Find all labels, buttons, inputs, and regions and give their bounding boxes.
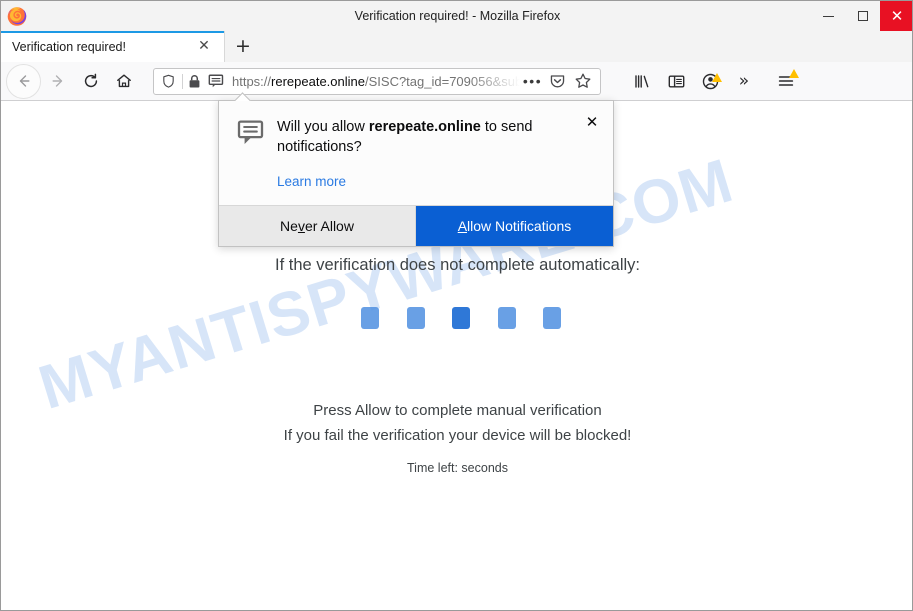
identity-separator — [182, 73, 183, 89]
forward-button[interactable] — [41, 65, 74, 98]
popup-footer: Never Allow Allow Notifications — [219, 205, 613, 246]
popup-close-icon[interactable]: ✕ — [583, 113, 601, 131]
navigation-toolbar: https://rerepeate.online/SISC?tag_id=709… — [1, 62, 912, 101]
home-button[interactable] — [107, 65, 140, 98]
learn-more-link[interactable]: Learn more — [277, 174, 346, 189]
tab-strip: Verification required! ✕ + — [1, 31, 912, 62]
popup-message-prefix: Will you allow — [277, 119, 369, 135]
never-allow-button[interactable]: Never Allow — [219, 206, 416, 246]
tab-close-icon[interactable]: ✕ — [196, 38, 212, 54]
library-icon — [634, 74, 648, 88]
popup-message-domain: rerepeate.online — [368, 119, 481, 135]
time-left-text: Time left: seconds — [407, 461, 508, 475]
popup-arrow — [235, 92, 251, 101]
minimize-icon — [823, 15, 834, 17]
allow-notifications-button[interactable]: Allow Notifications — [416, 206, 613, 246]
reload-icon — [84, 73, 97, 88]
warning-badge-icon — [712, 72, 722, 82]
tab-title: Verification required! — [12, 39, 126, 54]
back-button[interactable] — [6, 63, 41, 99]
title-bar: Verification required! - Mozilla Firefox… — [1, 1, 912, 31]
allow-notifications-label: Allow Notifications — [457, 218, 572, 234]
toolbar-right-group: » — [625, 65, 803, 98]
close-icon: ✕ — [890, 6, 904, 25]
press-allow-text: Press Allow to complete manual verificat… — [313, 402, 602, 419]
app-menu-button[interactable] — [769, 65, 803, 98]
popup-text-column: Will you allow rerepeate.online to send … — [277, 117, 599, 191]
browser-tab[interactable]: Verification required! ✕ — [1, 31, 225, 62]
identity-box[interactable] — [154, 69, 227, 94]
obscured-icon — [406, 307, 425, 329]
urlbar-buttons: ••• — [520, 69, 600, 93]
notification-permission-icon[interactable] — [208, 73, 224, 89]
close-window-button[interactable]: ✕ — [880, 1, 912, 31]
firefox-logo-icon — [6, 5, 28, 27]
popup-message: Will you allow rerepeate.online to send … — [277, 117, 573, 157]
sidebar-button[interactable] — [659, 65, 693, 98]
home-icon — [116, 74, 131, 88]
verification-heading: If the verification does not complete au… — [274, 256, 641, 274]
pocket-button[interactable] — [545, 69, 570, 93]
forward-arrow-icon — [52, 75, 62, 87]
bookmark-button[interactable] — [570, 69, 595, 93]
obscured-icon — [361, 307, 379, 329]
overflow-button[interactable]: » — [727, 65, 761, 98]
tracking-protection-shield-icon[interactable] — [161, 74, 176, 89]
star-icon — [575, 73, 590, 88]
padlock-icon[interactable] — [188, 74, 201, 89]
window-controls: ✕ — [811, 1, 912, 31]
account-sync-button[interactable] — [693, 65, 727, 98]
page-actions-icon: ••• — [522, 73, 543, 89]
url-path: /SISC?tag_id=709056&sub_ — [365, 73, 520, 89]
url-bar[interactable]: https://rerepeate.online/SISC?tag_id=709… — [153, 67, 601, 95]
page-actions-button[interactable]: ••• — [520, 69, 545, 93]
new-tab-button[interactable]: + — [225, 31, 261, 62]
popup-body: Will you allow rerepeate.online to send … — [219, 101, 613, 205]
url-text[interactable]: https://rerepeate.online/SISC?tag_id=709… — [232, 74, 520, 89]
notification-permission-popup: Will you allow rerepeate.online to send … — [218, 100, 614, 247]
notification-bubble-icon — [237, 119, 265, 147]
obscured-icon — [543, 307, 561, 329]
minimize-button[interactable] — [811, 1, 846, 31]
sidebar-icon — [668, 74, 684, 88]
window-title: Verification required! - Mozilla Firefox — [354, 9, 561, 23]
pocket-icon — [550, 74, 565, 87]
device-blocked-warning: If you fail the verification your device… — [283, 427, 632, 444]
maximize-icon — [858, 11, 868, 21]
maximize-button[interactable] — [846, 1, 880, 31]
browser-window: Verification required! - Mozilla Firefox… — [0, 0, 913, 611]
library-button[interactable] — [625, 65, 659, 98]
obscured-icon — [497, 307, 516, 329]
menu-warning-badge-icon — [789, 68, 799, 78]
reload-button[interactable] — [74, 65, 107, 98]
never-allow-label: Never Allow — [280, 218, 354, 234]
obscured-page-icons — [361, 307, 561, 329]
obscured-icon — [452, 307, 470, 329]
back-arrow-icon — [19, 75, 29, 87]
url-host: rerepeate.online — [271, 73, 365, 89]
url-scheme: https:// — [232, 73, 272, 89]
